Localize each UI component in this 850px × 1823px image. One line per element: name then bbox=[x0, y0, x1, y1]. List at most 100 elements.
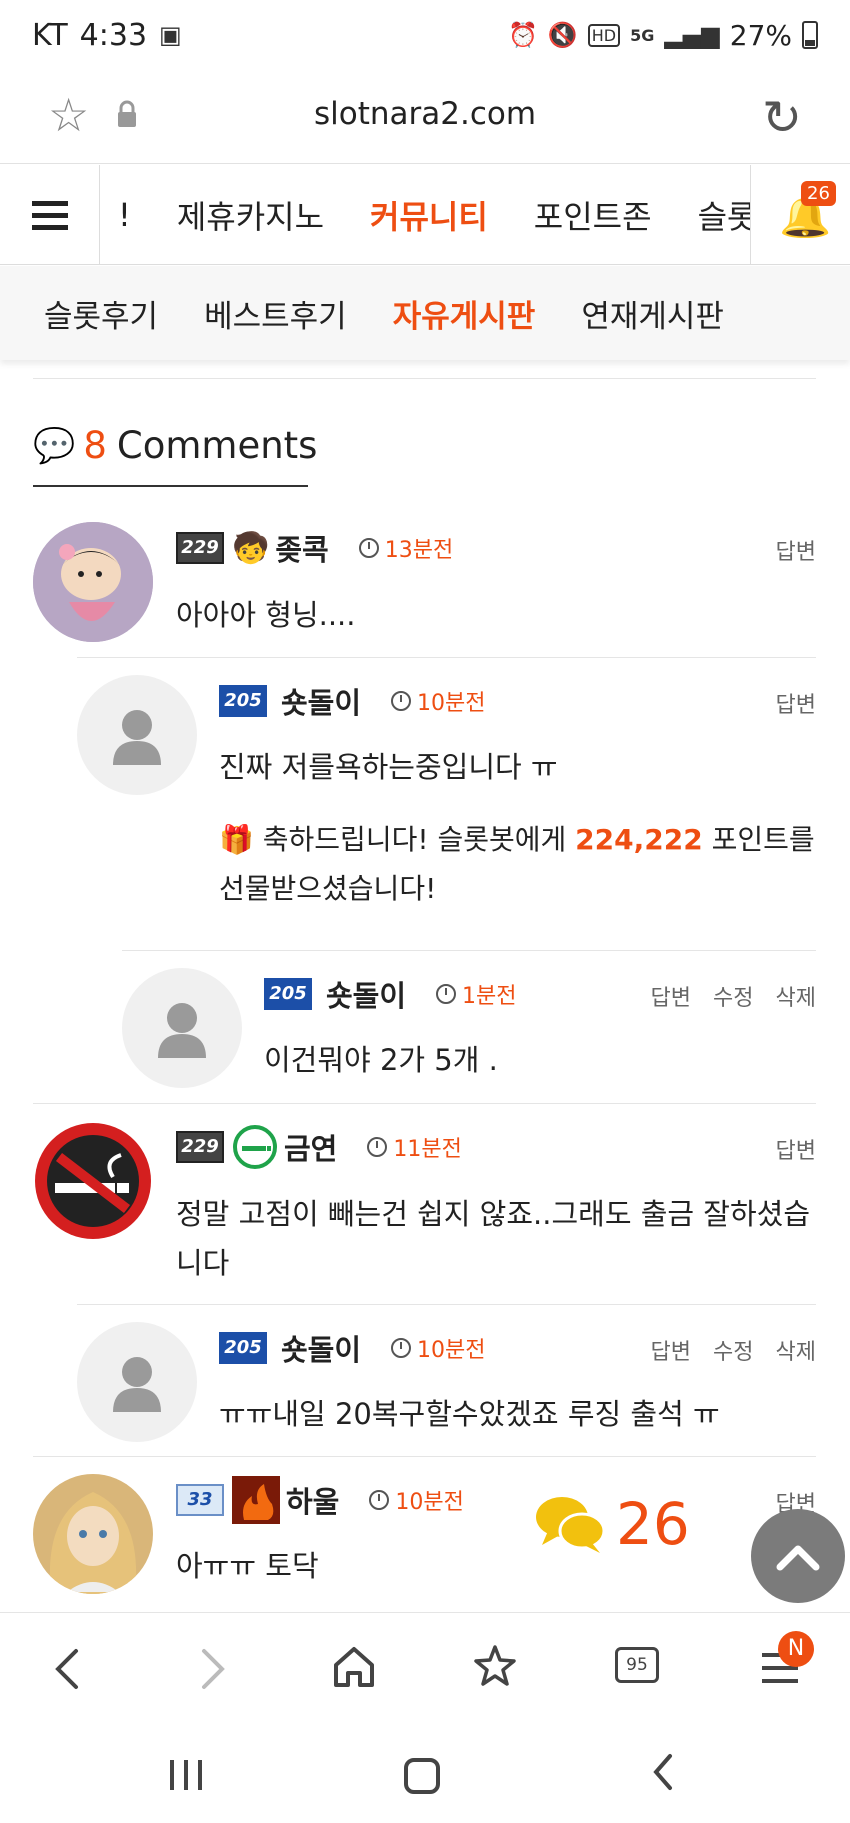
character-icon: 🧒 bbox=[232, 530, 270, 566]
clock-icon bbox=[436, 984, 457, 1004]
time-text: 10분전 bbox=[395, 1490, 464, 1515]
home-button-icon[interactable] bbox=[404, 1758, 440, 1794]
gift-icon: 🎁 bbox=[219, 823, 254, 856]
no-smoking-icon bbox=[35, 1123, 151, 1239]
nav-item-community[interactable]: 커뮤니티 bbox=[370, 192, 488, 238]
comment-text: 아아아 형닝.... bbox=[176, 598, 356, 632]
chevron-up-icon bbox=[776, 1545, 820, 1571]
chat-count: 26 bbox=[616, 1490, 690, 1558]
forward-arrow-icon[interactable] bbox=[198, 1647, 228, 1691]
edit-button[interactable]: 수정 bbox=[713, 980, 753, 1012]
delete-button[interactable]: 삭제 bbox=[776, 980, 816, 1012]
reply-button[interactable]: 답변 bbox=[651, 980, 691, 1012]
divider bbox=[33, 1456, 816, 1457]
home-icon[interactable] bbox=[332, 1645, 376, 1689]
comment-actions: 답변 bbox=[776, 1133, 816, 1165]
reload-icon[interactable]: ↻ bbox=[762, 90, 802, 146]
avatar[interactable] bbox=[33, 1121, 153, 1241]
avatar[interactable] bbox=[122, 968, 242, 1088]
scroll-to-top-button[interactable] bbox=[751, 1509, 845, 1603]
comment-header: 229 금연 11분전 bbox=[176, 1125, 462, 1169]
edit-button[interactable]: 수정 bbox=[713, 1334, 753, 1366]
comment-time: 11분전 bbox=[367, 1131, 462, 1163]
system-back-icon[interactable] bbox=[650, 1752, 676, 1792]
comment-author[interactable]: 숏돌이 bbox=[326, 973, 406, 1015]
status-bar: KT 4:33 ▣ ⏰ 🔇 HD 5G ▂▄▆ 27% bbox=[0, 0, 850, 70]
reply-button[interactable]: 답변 bbox=[776, 687, 816, 719]
system-nav-bar bbox=[0, 1722, 850, 1823]
comment-header: 205 숏돌이 10분전 bbox=[219, 1328, 486, 1368]
hd-icon: HD bbox=[587, 23, 621, 47]
subnav-serial-board[interactable]: 연재게시판 bbox=[581, 291, 724, 336]
comment-time: 10분전 bbox=[391, 685, 486, 717]
comment-author[interactable]: 숏돌이 bbox=[281, 1327, 361, 1369]
nav-item[interactable]: ! bbox=[118, 196, 131, 234]
speech-bubble-icon: 💬 bbox=[33, 425, 76, 466]
divider bbox=[122, 950, 816, 951]
avatar[interactable] bbox=[33, 1474, 153, 1594]
reply-button[interactable]: 답변 bbox=[776, 534, 816, 566]
comment-actions: 답변 bbox=[776, 687, 816, 719]
level-badge: 205 bbox=[264, 978, 312, 1010]
nav-item-point-zone[interactable]: 포인트존 bbox=[534, 192, 652, 238]
comment-author[interactable]: 하울 bbox=[286, 1479, 339, 1521]
clock: 4:33 bbox=[79, 17, 148, 53]
avatar[interactable] bbox=[77, 675, 197, 795]
battery-percent: 27% bbox=[729, 18, 792, 52]
comment-author[interactable]: 금연 bbox=[284, 1126, 337, 1168]
avatar[interactable] bbox=[77, 1322, 197, 1442]
chat-count-button[interactable]: 26 bbox=[534, 1490, 690, 1558]
user-silhouette-icon bbox=[113, 710, 161, 765]
main-nav-items: ! 제휴카지노 커뮤니티 포인트존 슬롯 bbox=[100, 165, 750, 265]
comment-author[interactable]: 좆콕 bbox=[275, 527, 328, 569]
divider bbox=[33, 378, 816, 379]
nav-item-partner-casino[interactable]: 제휴카지노 bbox=[177, 192, 324, 238]
gift-prefix: 축하드립니다! 슬롯봇에게 bbox=[262, 823, 576, 856]
heading-underline bbox=[33, 485, 308, 487]
chat-bubbles-icon bbox=[536, 1497, 606, 1553]
subnav-free-board[interactable]: 자유게시판 bbox=[393, 291, 536, 336]
reply-button[interactable]: 답변 bbox=[651, 1334, 691, 1366]
time-text: 10분전 bbox=[417, 691, 486, 716]
gallery-icon: ▣ bbox=[159, 21, 182, 49]
notification-badge: 26 bbox=[801, 181, 836, 206]
comment-text: 정말 고점이 빼는건 쉽지 않죠..그래도 출금 잘하셨습 니다 bbox=[176, 1190, 826, 1288]
nav-item-slot[interactable]: 슬롯 bbox=[698, 192, 750, 238]
comment-text: 이건뭐야 2가 5개 . bbox=[264, 1043, 498, 1077]
level-badge: 205 bbox=[219, 685, 267, 717]
comment-header: 229 🧒 좆콕 13분전 bbox=[176, 528, 453, 568]
comment-text: 진짜 저를욕하는중입니다 ㅠ bbox=[219, 750, 558, 784]
reply-button[interactable]: 답변 bbox=[776, 1133, 816, 1165]
clock-icon bbox=[367, 1137, 388, 1157]
comments-label: Comments bbox=[116, 424, 318, 467]
delete-button[interactable]: 삭제 bbox=[776, 1334, 816, 1366]
comment-author[interactable]: 숏돌이 bbox=[281, 680, 361, 722]
comment-header: 205 숏돌이 10분전 bbox=[219, 681, 486, 721]
main-nav: ! 제휴카지노 커뮤니티 포인트존 슬롯 🔔 26 bbox=[0, 165, 850, 265]
comment-actions: 답변 bbox=[776, 534, 816, 566]
recent-apps-icon[interactable] bbox=[170, 1760, 202, 1790]
gift-suffix: 포인트를 bbox=[702, 823, 815, 856]
comment-header: 33 하울 10분전 bbox=[176, 1476, 464, 1524]
comment-text: ㅠㅠ내일 20복구할수았겠죠 루징 출석 ㅠ bbox=[219, 1397, 720, 1431]
hamburger-menu-button[interactable] bbox=[0, 165, 100, 265]
carrier: KT bbox=[32, 17, 68, 53]
subnav-best-review[interactable]: 베스트후기 bbox=[204, 291, 347, 336]
avatar[interactable] bbox=[33, 522, 153, 642]
comment-actions: 답변 수정 삭제 bbox=[651, 1334, 816, 1366]
time-text: 10분전 bbox=[417, 1338, 486, 1363]
subnav-slot-review[interactable]: 슬롯후기 bbox=[44, 291, 158, 336]
time-text: 1분전 bbox=[462, 984, 517, 1009]
url-text[interactable]: slotnara2.com bbox=[0, 96, 850, 132]
clock-icon bbox=[391, 691, 412, 711]
level-badge: 229 bbox=[176, 532, 224, 564]
bookmarks-star-icon[interactable] bbox=[472, 1643, 518, 1689]
network-icon: 5G bbox=[630, 25, 655, 45]
divider bbox=[77, 657, 816, 658]
cartoon-avatar-icon bbox=[33, 522, 153, 642]
clock-icon bbox=[358, 538, 379, 558]
comment-text: 아ㅠㅠ 토닥 bbox=[176, 1549, 319, 1583]
back-arrow-icon[interactable] bbox=[52, 1647, 82, 1691]
notification-button[interactable]: 🔔 26 bbox=[750, 165, 850, 265]
tabs-button[interactable]: 95 bbox=[615, 1647, 659, 1683]
